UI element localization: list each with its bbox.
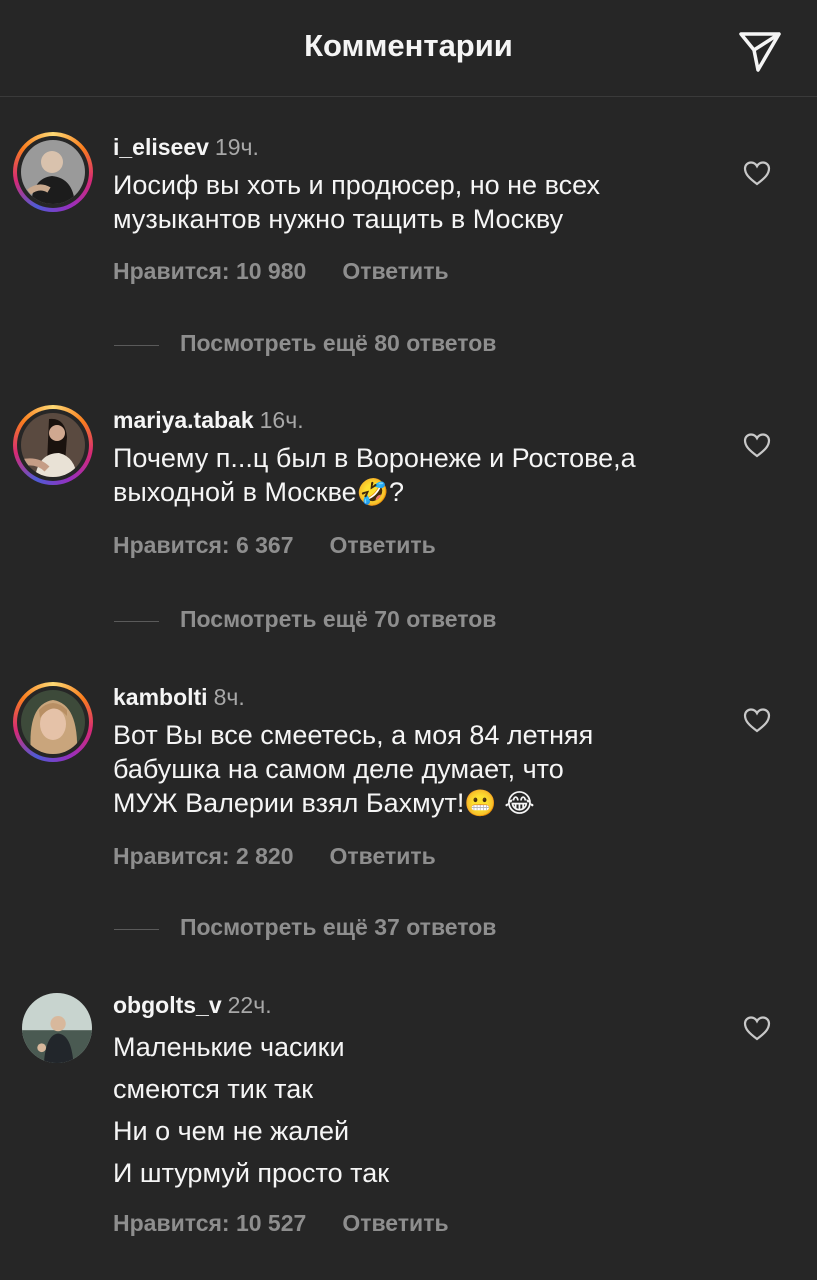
comment-line: Почему п...ц был в Воронеже и Ростове,а [113,443,636,473]
reply-button[interactable]: Ответить [330,843,436,869]
divider [114,621,159,622]
avatar[interactable] [13,132,93,212]
comment-line: ? [389,477,405,507]
username[interactable]: mariya.tabak [113,407,254,433]
divider [114,345,159,346]
view-more-label[interactable]: Посмотреть ещё 70 ответов [180,606,496,633]
comments-screen: Комментарии i_eliseev 19ч. Иосиф вы хоть … [0,0,817,1280]
likes-count[interactable]: Нравится: 2 820 [113,843,294,869]
header: Комментарии [0,0,817,97]
paper-plane-icon[interactable] [736,26,784,74]
view-more-label[interactable]: Посмотреть ещё 80 ответов [180,330,496,357]
likes-count[interactable]: Нравится: 6 367 [113,532,294,558]
comment-line: МУЖ Валерии взял Бахмут! [113,788,465,818]
avatar[interactable] [22,993,92,1063]
avatar[interactable] [13,682,93,762]
divider [114,929,159,930]
comment-line: выходной в Москве [113,477,357,507]
comment-line: смеются тик так [113,1074,314,1104]
comment-line: Ни о чем не жалей [113,1116,350,1146]
comment-line: Вот Вы все смеетесь, а моя 84 летняя [113,720,594,750]
comment-text: Почему п...ц был в Воронеже и Ростове,а … [113,441,713,510]
username[interactable]: i_eliseev [113,134,209,160]
comment-text: Маленькие часики смеются тик так Ни о че… [113,1026,713,1194]
heart-icon[interactable] [741,157,773,189]
comment-text: Иосиф вы хоть и продюсер, но не всех муз… [113,168,713,236]
username[interactable]: obgolts_v [113,992,222,1018]
rofl-emoji: 🤣 [356,478,390,508]
comment-line: И штурмуй просто так [113,1158,390,1188]
page-title: Комментарии [304,28,513,63]
timestamp: 16ч. [259,407,304,433]
comment-line: Маленькие часики [113,1032,345,1062]
reply-button[interactable]: Ответить [342,1210,448,1236]
timestamp: 22ч. [227,992,272,1018]
likes-count[interactable]: Нравится: 10 980 [113,258,306,284]
comment-text: Вот Вы все смеетесь, а моя 84 летняя баб… [113,718,713,821]
heart-icon[interactable] [741,704,773,736]
username[interactable]: kambolti [113,684,208,710]
avatar[interactable] [13,405,93,485]
timestamp: 19ч. [214,134,259,160]
likes-count[interactable]: Нравится: 10 527 [113,1210,306,1236]
comment-line: Иосиф вы хоть и продюсер, но не всех [113,170,601,200]
reply-button[interactable]: Ответить [330,532,436,558]
joy-emoji: 😂 [504,789,535,819]
heart-icon[interactable] [741,429,773,461]
grimacing-emoji: 😬 [464,789,497,819]
heart-icon[interactable] [741,1012,773,1044]
comment-line: бабушка на самом деле думает, что [113,754,564,784]
reply-button[interactable]: Ответить [342,258,448,284]
view-more-label[interactable]: Посмотреть ещё 37 ответов [180,914,496,941]
timestamp: 8ч. [213,684,245,710]
comment-line: музыкантов нужно тащить в Москву [113,204,564,234]
